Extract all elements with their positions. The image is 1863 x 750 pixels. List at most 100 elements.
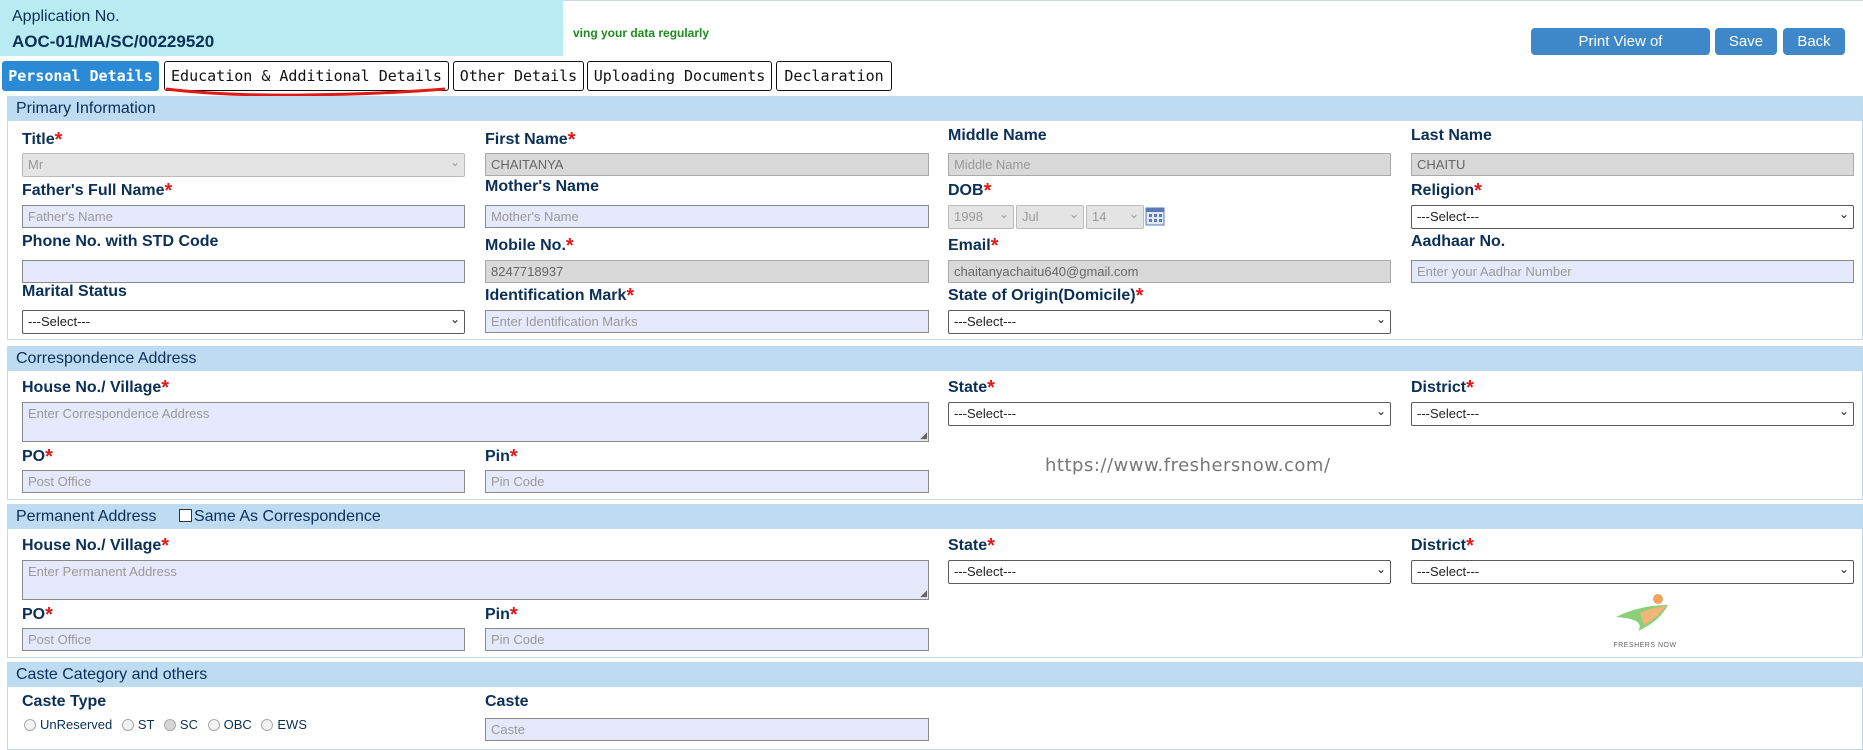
caste-category-section: Caste Category and others Caste Type UnR… (7, 662, 1863, 750)
identification-mark-input[interactable]: Enter Identification Marks (485, 310, 929, 333)
aadhaar-label: Aadhaar No. (1411, 233, 1506, 250)
permanent-district-select[interactable]: ---Select--- ⌄ (1411, 560, 1854, 584)
radio-unreserved[interactable]: UnReserved (18, 717, 112, 732)
logo-text: FRESHERS NOW (1613, 642, 1677, 649)
correspondence-state-select[interactable]: ---Select--- ⌄ (948, 402, 1391, 426)
district-label: District* (1411, 535, 1474, 557)
chevron-down-icon: ⌄ (1128, 207, 1139, 221)
phone-input[interactable] (22, 260, 465, 283)
watermark-url: https://www.freshersnow.com/ (1045, 455, 1331, 476)
print-view-button[interactable]: Print View of Application (1531, 28, 1710, 77)
state-label: State* (948, 377, 995, 399)
email-input[interactable]: chaitanyachaitu640@gmail.com (948, 260, 1391, 283)
chevron-down-icon: ⌄ (1838, 404, 1849, 418)
chevron-down-icon: ⌄ (449, 312, 460, 326)
caste-label: Caste (485, 693, 529, 710)
chevron-down-icon: ⌄ (449, 155, 460, 169)
chevron-down-icon: ⌄ (1838, 562, 1849, 576)
district-label: District* (1411, 377, 1474, 399)
same-as-correspondence-checkbox[interactable] (178, 509, 192, 523)
mobile-input[interactable]: 8247718937 (485, 260, 929, 283)
state-label: State* (948, 535, 995, 557)
application-number: AOC-01/MA/SC/00229520 (12, 32, 215, 51)
correspondence-address-textarea[interactable]: Enter Correspondence Address ◢ (22, 402, 929, 442)
radio-ews[interactable]: EWS (255, 717, 307, 732)
father-name-input[interactable]: Father's Name (22, 205, 465, 228)
back-button[interactable]: Back (1783, 28, 1845, 55)
radio-button[interactable] (207, 718, 220, 731)
domicile-label: State of Origin(Domicile)* (948, 285, 1144, 307)
house-village-label: House No./ Village* (22, 535, 170, 557)
application-label: Application No. (12, 8, 120, 25)
chevron-down-icon: ⌄ (1375, 562, 1386, 576)
caste-input[interactable]: Caste (485, 718, 929, 741)
identification-mark-label: Identification Mark* (485, 285, 635, 307)
section-heading: Caste Category and others (8, 663, 1862, 687)
middle-name-label: Middle Name (948, 127, 1047, 144)
marital-status-label: Marital Status (22, 283, 127, 300)
permanent-address-textarea[interactable]: Enter Permanent Address ◢ (22, 560, 929, 600)
application-info-box: Application No. AOC-01/MA/SC/00229520 (0, 0, 563, 56)
title-label: Title* (22, 129, 63, 151)
same-as-correspondence-option[interactable]: Same As Correspondence (178, 508, 381, 525)
tab-personal-details[interactable]: Personal Details (2, 61, 159, 91)
father-name-label: Father's Full Name* (22, 180, 173, 202)
permanent-state-select[interactable]: ---Select--- ⌄ (948, 560, 1391, 584)
first-name-input[interactable]: CHAITANYA (485, 153, 929, 176)
radio-obc[interactable]: OBC (202, 717, 252, 732)
section-heading: Primary Information (8, 97, 1862, 121)
last-name-input[interactable]: CHAITU (1411, 153, 1854, 176)
permanent-pin-input[interactable]: Pin Code (485, 628, 929, 651)
resize-handle-icon[interactable]: ◢ (920, 430, 927, 441)
religion-select[interactable]: ---Select--- ⌄ (1411, 205, 1854, 229)
chevron-down-icon: ⌄ (1068, 207, 1079, 221)
last-name-label: Last Name (1411, 127, 1492, 144)
correspondence-district-select[interactable]: ---Select--- ⌄ (1411, 402, 1854, 426)
permanent-address-heading: Permanent Address (16, 508, 157, 525)
correspondence-pin-input[interactable]: Pin Code (485, 470, 929, 493)
dob-day-select[interactable]: 14 ⌄ (1086, 205, 1144, 229)
radio-st[interactable]: ST (116, 717, 154, 732)
tab-other-details[interactable]: Other Details (453, 61, 584, 91)
first-name-label: First Name* (485, 129, 576, 151)
freshersnow-logo-icon (1616, 594, 1668, 631)
title-select[interactable]: Mr ⌄ (22, 153, 465, 177)
caste-type-radio-group: UnReserved ST SC OBC EWS (18, 717, 307, 732)
caste-type-label: Caste Type (22, 693, 107, 710)
mother-name-input[interactable]: Mother's Name (485, 205, 929, 228)
permanent-po-input[interactable]: Post Office (22, 628, 465, 651)
aadhaar-input[interactable]: Enter your Aadhar Number (1411, 260, 1854, 283)
header-divider (563, 0, 1863, 1)
save-notice: ving your data regularly (573, 26, 710, 40)
section-heading: Correspondence Address (8, 347, 1862, 371)
middle-name-input[interactable]: Middle Name (948, 153, 1391, 176)
phone-label: Phone No. with STD Code (22, 233, 219, 250)
tab-uploading-documents[interactable]: Uploading Documents (587, 61, 772, 91)
chevron-down-icon: ⌄ (998, 207, 1009, 221)
save-button[interactable]: Save (1715, 28, 1777, 55)
radio-button[interactable] (24, 718, 36, 731)
radio-sc[interactable]: SC (158, 717, 198, 732)
domicile-select[interactable]: ---Select--- ⌄ (948, 310, 1391, 334)
section-heading: Permanent Address Same As Correspondence (8, 505, 1862, 529)
primary-information-section: Primary Information Title* Mr ⌄ First Nam… (7, 96, 1863, 340)
calendar-icon[interactable] (1145, 206, 1165, 226)
dob-month-select[interactable]: Jul ⌄ (1016, 205, 1084, 229)
chevron-down-icon: ⌄ (1375, 404, 1386, 418)
radio-button[interactable] (121, 718, 134, 731)
po-label: PO* (22, 604, 53, 626)
email-label: Email* (948, 235, 999, 257)
tab-declaration[interactable]: Declaration (776, 61, 892, 91)
dob-year-select[interactable]: 1998 ⌄ (948, 205, 1014, 229)
pin-label: Pin* (485, 604, 518, 626)
po-label: PO* (22, 446, 53, 468)
house-village-label: House No./ Village* (22, 377, 170, 399)
dob-label: DOB* (948, 180, 992, 202)
resize-handle-icon[interactable]: ◢ (920, 588, 927, 599)
radio-button[interactable] (261, 718, 274, 731)
marital-status-select[interactable]: ---Select--- ⌄ (22, 310, 465, 334)
correspondence-po-input[interactable]: Post Office (22, 470, 465, 493)
radio-button[interactable] (163, 718, 176, 731)
chevron-down-icon: ⌄ (1838, 207, 1849, 221)
chevron-down-icon: ⌄ (1375, 312, 1386, 326)
